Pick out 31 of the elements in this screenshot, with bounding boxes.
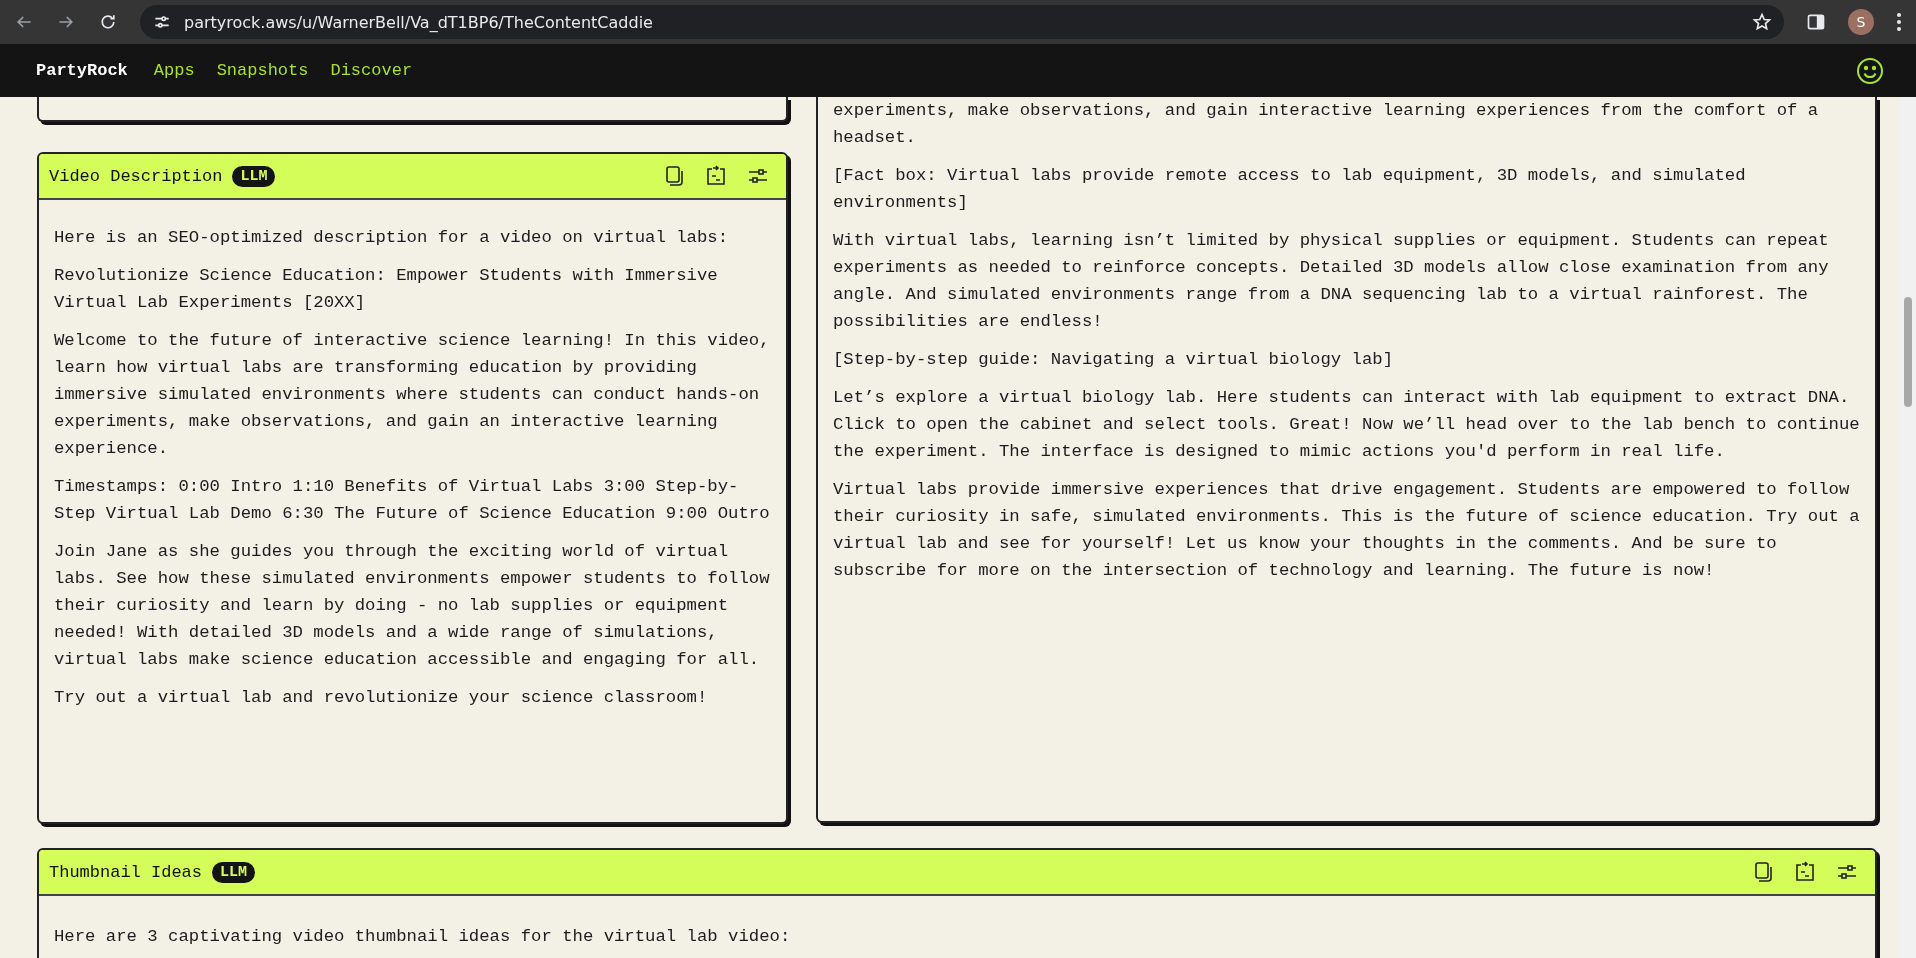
paragraph: Here is an SEO-optimized description for a video on virtual labs:	[54, 227, 730, 249]
paragraph: [Fact box: Virtual labs provide remote access to lab equipment, 3D models, and simulated environments]	[833, 165, 1747, 214]
paragraph: Join Jane as she guides you through the exciting world of virtual labs. See how these simulated environments empower students to follow their curiosity and learn by doing - no lab supplies or equipment needed! With detailed 3D models and a wide range of simulations, virtual labs make science education accessible and engaging for all.	[54, 541, 771, 671]
smiley-icon[interactable]	[1856, 56, 1884, 85]
star-icon[interactable]	[1752, 12, 1772, 32]
card-title: Thumbnail Ideas	[49, 862, 203, 882]
llm-badge: LLM	[212, 861, 256, 883]
paragraph: Virtual labs provide immersive experiences that drive engagement. Students are empowered to follow their curiosity in safe, simulated environments. This is the future of science education. Try out a virtual lab and see for yourself! Let us know your thoughts in the comments. And be sure to subscribe for more on the intersection of technology and learning. The future is now!	[833, 479, 1860, 582]
brand-logo[interactable]: PartyRock	[36, 61, 128, 80]
paragraph: Timestamps: 0:00 Intro 1:10 Benefits of Virtual Labs 3:00 Step-by-Step Virtual Lab Demo 6:30 The Future of Science Education 9:00 Outro	[54, 476, 771, 525]
menu-icon[interactable]	[1896, 12, 1902, 32]
llm-badge: LLM	[232, 165, 276, 187]
paragraph: Welcome to the future of interactive science learning! In this video, learn how virtual labs are transforming education by providing immersive simulated environments where students can conduct hands-on experiments, make observations, and gain an interactive learning experience.	[54, 330, 771, 460]
nav-link[interactable]: Snapshots	[216, 61, 309, 80]
reload-icon[interactable]	[98, 12, 118, 32]
paragraph: Here are 3 captivating video thumbnail ideas for the virtual lab video:	[54, 926, 792, 948]
export-icon[interactable]	[1793, 860, 1817, 884]
avatar[interactable]: S	[1848, 9, 1874, 35]
paragraph: Try out a virtual lab and revolutionize your science classroom!	[54, 687, 709, 709]
paragraph: [Step-by-step guide: Navigating a virtual biology lab]	[833, 349, 1394, 371]
nav-link[interactable]: Apps	[153, 61, 195, 80]
nav-link[interactable]: Discover	[330, 61, 413, 80]
paragraph: experiments, make observations, and gain interactive learning experiences from the comfort of a headset.	[833, 100, 1820, 149]
export-icon[interactable]	[704, 164, 728, 188]
url-text[interactable]: partyrock.aws/u/WarnerBell/Va_dT1BP6/TheContentCaddie	[184, 12, 653, 32]
card-title: Video Description	[49, 166, 223, 186]
paragraph: With virtual labs, learning isn’t limited by physical supplies or equipment. Students can repeat experiments as needed to reinforce concepts. Detailed 3D models allow close examination from any angle. And simulated environments range from a DNA sequencing lab to a virtual rainforest. The possibilities are endless!	[833, 230, 1830, 333]
paragraph: Let’s explore a virtual biology lab. Here students can interact with lab equipment to extract DNA. Click to open the cabinet and select tools. Great! Now we’ll head over to the lab bench to continue the experiment. The interface is designed to mimic actions you'd perform in real life.	[833, 387, 1860, 463]
side-panel-icon[interactable]	[1806, 12, 1826, 32]
paragraph: Revolutionize Science Education: Empower Students with Immersive Virtual Lab Experiments [20XX]	[54, 265, 719, 314]
scrollbar[interactable]	[1900, 97, 1916, 958]
